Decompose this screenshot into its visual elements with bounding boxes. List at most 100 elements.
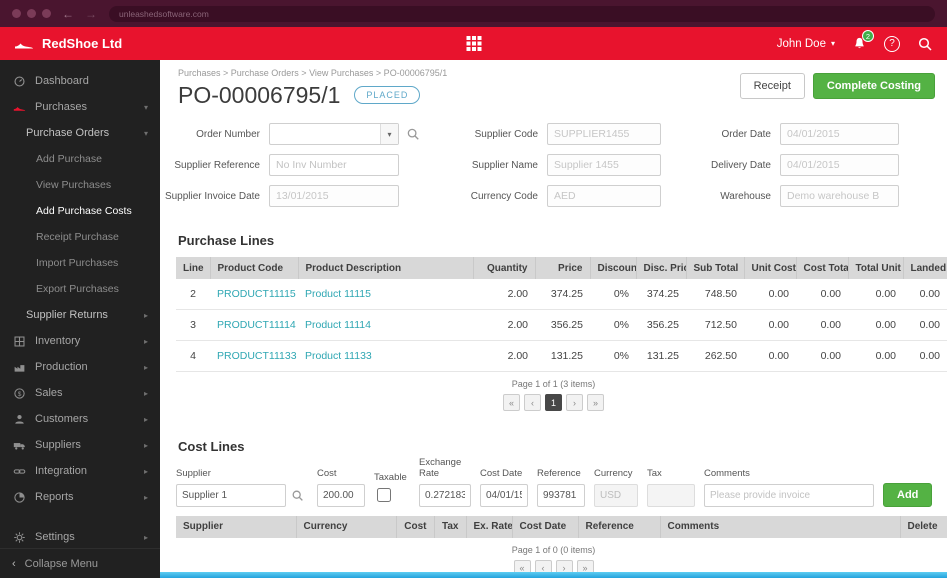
notification-count-badge: 2	[862, 30, 874, 42]
column-header: Total Unit C	[848, 257, 904, 279]
receipt-button[interactable]: Receipt	[739, 73, 805, 99]
quantity-cell: 2.00	[473, 309, 535, 341]
supplier-reference-input[interactable]	[269, 154, 399, 176]
chevron-right-icon: ▸	[143, 362, 148, 372]
first-page-button[interactable]: «	[503, 394, 520, 411]
exchange-rate-input[interactable]	[419, 483, 471, 507]
sidebar-item-receipt-purchase[interactable]: Receipt Purchase	[0, 224, 160, 250]
sidebar-label: Import Purchases	[36, 257, 119, 269]
supplier-search-icon[interactable]	[291, 489, 304, 502]
reference-label: Reference	[537, 467, 581, 479]
sidebar-item-purchase-orders[interactable]: Purchase Orders ▾	[0, 120, 160, 146]
sidebar-item-sales[interactable]: $ Sales ▸	[0, 380, 160, 406]
chevron-down-icon: ▾	[830, 39, 835, 48]
line-number: 4	[176, 340, 210, 372]
sidebar-item-import-purchases[interactable]: Import Purchases	[0, 250, 160, 276]
column-header: Quantity	[473, 257, 536, 279]
sidebar-item-integration[interactable]: Integration ▸	[0, 458, 160, 484]
column-header: Delete	[900, 515, 947, 538]
previous-page-button[interactable]: ‹	[524, 394, 541, 411]
cost-total-cell: 0.00	[796, 340, 848, 372]
order-number-search-icon[interactable]	[406, 127, 420, 141]
browser-forward-icon[interactable]: →	[85, 8, 97, 20]
sidebar: Dashboard Purchases ▾ Purchase Orders ▾ …	[0, 60, 160, 578]
sidebar-item-reports[interactable]: Reports ▸	[0, 484, 160, 510]
browser-back-icon[interactable]: ←	[62, 8, 74, 20]
last-page-button[interactable]: »	[587, 394, 604, 411]
sidebar-item-supplier-returns[interactable]: Supplier Returns ▸	[0, 302, 160, 328]
product-description-link[interactable]: Product 11133	[305, 350, 372, 362]
chevron-down-icon: ▾	[380, 124, 398, 144]
product-description-link[interactable]: Product 11115	[305, 288, 371, 300]
column-header: Cost Total	[796, 257, 849, 279]
sidebar-item-view-purchases[interactable]: View Purchases	[0, 172, 160, 198]
cost-lines-table: Supplier Currency Cost Tax Ex. Rate Cost…	[176, 515, 947, 538]
column-header: Ex. Rate	[466, 515, 513, 538]
window-zoom-button[interactable]	[42, 9, 51, 18]
quantity-cell: 2.00	[473, 279, 535, 310]
brand-home-link[interactable]: RedShoe Ltd	[14, 36, 122, 51]
sidebar-item-add-purchase[interactable]: Add Purchase	[0, 146, 160, 172]
sidebar-item-customers[interactable]: Customers ▸	[0, 406, 160, 432]
sidebar-label: View Purchases	[36, 179, 112, 191]
tax-input	[647, 483, 695, 507]
address-bar[interactable]: unleashedsoftware.com	[109, 5, 935, 22]
svg-text:$: $	[17, 390, 21, 397]
cost-date-input[interactable]	[480, 483, 528, 507]
discount-cell: 0%	[590, 279, 636, 310]
cost-total-cell: 0.00	[796, 309, 848, 341]
order-number-select[interactable]: ▾	[269, 123, 399, 145]
apps-grid-button[interactable]	[466, 36, 481, 51]
taxable-checkbox[interactable]	[377, 487, 391, 502]
reference-input[interactable]	[537, 483, 585, 507]
supplier-invoice-date-input[interactable]	[269, 185, 399, 207]
product-code-link[interactable]: PRODUCT11114	[217, 319, 296, 331]
column-header: Comments	[660, 515, 901, 538]
cost-input[interactable]	[317, 483, 365, 507]
production-icon	[12, 361, 26, 374]
reports-pie-icon	[12, 491, 26, 504]
dashboard-icon	[12, 75, 26, 88]
supplier-invoice-date-label: Supplier Invoice Date	[164, 190, 260, 202]
sub-total-cell: 262.50	[686, 340, 744, 372]
disc-price-cell: 374.25	[636, 279, 686, 310]
window-minimize-button[interactable]	[27, 9, 36, 18]
sidebar-label: Suppliers	[35, 439, 81, 451]
window-close-button[interactable]	[12, 9, 21, 18]
column-header: Disc. Pric	[636, 257, 687, 279]
sidebar-item-add-purchase-costs[interactable]: Add Purchase Costs	[0, 198, 160, 224]
complete-costing-button[interactable]: Complete Costing	[812, 73, 935, 99]
help-button[interactable]: ?	[884, 35, 900, 52]
total-unit-cost-cell: 0.00	[848, 340, 903, 372]
quantity-cell: 2.00	[473, 340, 535, 372]
notifications-button[interactable]: 2	[852, 30, 874, 51]
total-unit-cost-cell: 0.00	[848, 309, 903, 341]
sidebar-item-settings[interactable]: Settings ▸	[0, 524, 160, 550]
global-search-button[interactable]	[917, 36, 933, 52]
cost-supplier-input[interactable]	[176, 483, 286, 507]
collapse-menu-button[interactable]: ‹ Collapse Menu	[0, 548, 160, 578]
sidebar-item-suppliers[interactable]: Suppliers ▸	[0, 432, 160, 458]
collapse-chevron-icon: ‹	[12, 557, 16, 570]
next-page-button[interactable]: ›	[566, 394, 583, 411]
sidebar-label: Reports	[35, 491, 74, 503]
sidebar-item-export-purchases[interactable]: Export Purchases	[0, 276, 160, 302]
product-code-link[interactable]: PRODUCT11115	[217, 288, 296, 300]
purchase-lines-header-row: Line Product Code Product Description Qu…	[176, 257, 947, 279]
sidebar-item-production[interactable]: Production ▸	[0, 354, 160, 380]
sidebar-item-dashboard[interactable]: Dashboard	[0, 68, 160, 94]
product-code-link[interactable]: PRODUCT11133	[217, 350, 297, 362]
sidebar-label: Add Purchase Costs	[36, 205, 132, 217]
column-header: Product Code	[210, 257, 299, 279]
cost-currency-input	[594, 483, 638, 507]
sidebar-item-purchases[interactable]: Purchases ▾	[0, 94, 160, 120]
user-menu[interactable]: John Doe ▾	[777, 38, 835, 50]
product-description-link[interactable]: Product 11114	[305, 319, 371, 331]
sidebar-item-inventory[interactable]: Inventory ▸	[0, 328, 160, 354]
price-cell: 131.25	[535, 340, 590, 372]
comments-input[interactable]	[704, 483, 874, 507]
gear-icon	[12, 531, 26, 544]
add-cost-button[interactable]: Add	[883, 482, 933, 507]
bottom-accent-bar	[160, 572, 947, 578]
page-number-button[interactable]: 1	[545, 394, 562, 411]
